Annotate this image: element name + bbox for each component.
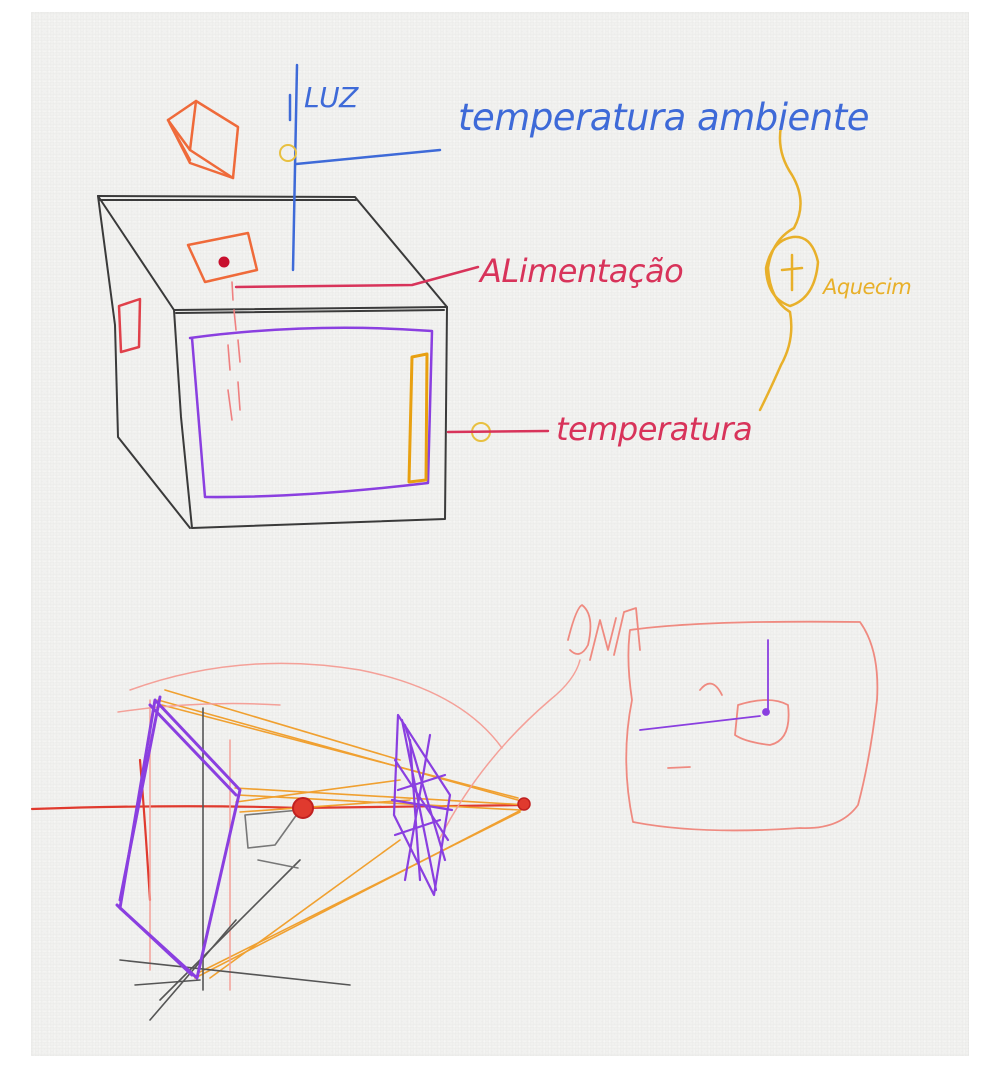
sketch-drawing: LUZ temperatura ambiente ALimentação Aqu… xyxy=(30,63,912,1021)
power-socket xyxy=(186,231,259,284)
power-line xyxy=(234,265,480,289)
aperture-mount xyxy=(119,707,351,1021)
label-luz: LUZ xyxy=(304,81,359,114)
temperature-display xyxy=(407,352,429,484)
temperature-sensor xyxy=(446,422,550,442)
power-cord-dashes xyxy=(227,281,241,421)
oven-window xyxy=(188,326,434,499)
ray-envelope xyxy=(117,659,581,991)
label-alimentacao: ALimentação xyxy=(478,252,683,290)
label-temperatura-ambiente: temperatura ambiente xyxy=(458,96,869,139)
floating-cube xyxy=(166,99,240,180)
light-rays xyxy=(157,689,529,979)
label-aquecimento: Aquecim xyxy=(821,275,911,299)
label-temperatura: temperatura xyxy=(556,410,752,448)
sensor-sketch xyxy=(567,604,879,832)
box-outline xyxy=(97,195,448,529)
heater-connector xyxy=(758,120,820,412)
side-panel xyxy=(117,297,142,354)
